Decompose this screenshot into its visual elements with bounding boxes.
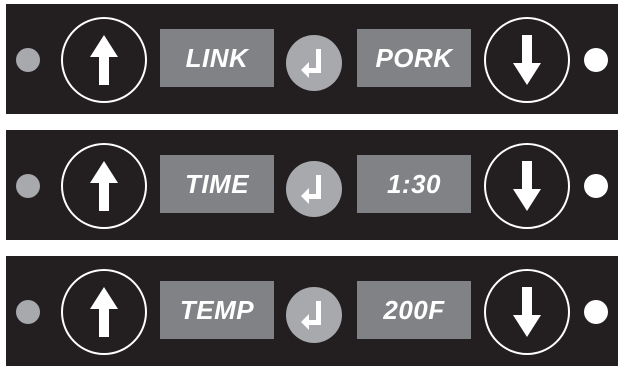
- mode-value-display: PORK: [357, 29, 471, 87]
- right-indicator-light: [584, 48, 608, 72]
- mode-label-display: LINK: [160, 29, 274, 87]
- down-arrow-icon: [513, 287, 541, 337]
- left-indicator-light: [16, 174, 40, 198]
- temp-value-display: 200F: [357, 281, 471, 339]
- down-arrow-button[interactable]: [484, 143, 570, 229]
- down-arrow-icon: [513, 161, 541, 211]
- up-arrow-button[interactable]: [61, 269, 147, 355]
- enter-return-icon: [301, 301, 321, 330]
- control-panel-temp: TEMP 200F: [6, 256, 618, 366]
- enter-button[interactable]: [286, 161, 342, 217]
- up-arrow-icon: [90, 287, 118, 337]
- time-label-display: TIME: [160, 155, 274, 213]
- down-arrow-button[interactable]: [484, 17, 570, 103]
- right-indicator-light: [584, 300, 608, 324]
- control-panel-time: TIME 1:30: [6, 130, 618, 240]
- up-arrow-button[interactable]: [61, 143, 147, 229]
- right-indicator-light: [584, 174, 608, 198]
- up-arrow-icon: [90, 161, 118, 211]
- temp-label-display: TEMP: [160, 281, 274, 339]
- enter-button[interactable]: [286, 287, 342, 343]
- time-value-display: 1:30: [357, 155, 471, 213]
- down-arrow-button[interactable]: [484, 269, 570, 355]
- enter-return-icon: [301, 49, 321, 78]
- left-indicator-light: [16, 300, 40, 324]
- enter-button[interactable]: [286, 35, 342, 91]
- enter-return-icon: [301, 175, 321, 204]
- down-arrow-icon: [513, 35, 541, 85]
- left-indicator-light: [16, 48, 40, 72]
- up-arrow-icon: [90, 35, 118, 85]
- up-arrow-button[interactable]: [61, 17, 147, 103]
- control-panel-link: LINK PORK: [6, 4, 618, 114]
